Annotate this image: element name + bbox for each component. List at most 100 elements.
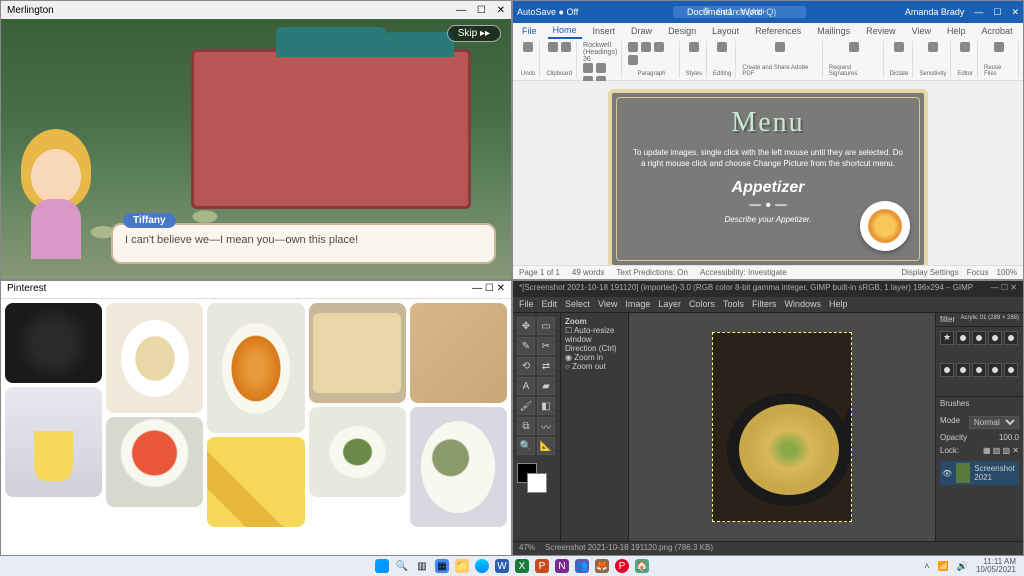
status-focus[interactable]: Focus — [967, 268, 989, 277]
pinterest-titlebar[interactable]: Pinterest — ☐ ✕ — [1, 281, 511, 299]
zoom-tool-icon[interactable]: 🔍 — [517, 437, 535, 455]
word-icon[interactable]: W — [495, 559, 509, 573]
dialogue-box[interactable]: Tiffany I can't believe we—I mean you—ow… — [111, 223, 496, 264]
plate-image[interactable] — [860, 201, 910, 251]
ribbon-styles[interactable]: Styles — [682, 41, 707, 78]
chevron-up-icon[interactable]: ˄ — [924, 561, 929, 571]
tab-view[interactable]: View — [907, 24, 936, 38]
minimize-icon[interactable]: — — [456, 5, 466, 16]
opacity-value[interactable]: 100.0 — [999, 433, 1019, 442]
eraser-tool-icon[interactable]: ◧ — [537, 397, 555, 415]
text-tool-icon[interactable]: A — [517, 377, 535, 395]
tab-draw[interactable]: Draw — [626, 24, 657, 38]
minimize-icon[interactable]: — — [991, 283, 999, 292]
autosave-toggle[interactable]: AutoSave ● Off — [517, 7, 578, 17]
tab-acrobat[interactable]: Acrobat — [977, 24, 1018, 38]
eye-icon[interactable]: 👁 — [942, 469, 952, 478]
rotate-tool-icon[interactable]: ⟲ — [517, 357, 535, 375]
smudge-tool-icon[interactable]: 〰 — [537, 417, 555, 435]
status-page[interactable]: Page 1 of 1 — [519, 268, 560, 277]
layer-name[interactable]: Screenshot 2021 — [974, 464, 1017, 482]
status-words[interactable]: 49 words — [572, 268, 604, 277]
minimize-icon[interactable]: — — [472, 283, 482, 294]
brush-preset[interactable] — [1004, 331, 1018, 345]
game-titlebar[interactable]: Merlington — ☐ ✕ — [1, 1, 511, 19]
taskview-icon[interactable]: ▥ — [415, 559, 429, 573]
status-zoom[interactable]: 100% — [997, 268, 1017, 277]
tab-insert[interactable]: Insert — [588, 24, 621, 38]
maximize-icon[interactable]: ☐ — [1001, 283, 1008, 292]
explorer-icon[interactable]: 📁 — [455, 559, 469, 573]
tab-design[interactable]: Design — [663, 24, 701, 38]
ribbon-font[interactable]: Rockwell (Headings) 36Font — [579, 41, 622, 78]
ribbon-editing[interactable]: Editing — [709, 41, 736, 78]
ribbon-adobe-create[interactable]: Create and Share Adobe PDF — [738, 41, 822, 78]
brushes-tab-label[interactable]: Brushes — [936, 397, 1023, 410]
pin-image[interactable] — [309, 407, 406, 497]
maximize-icon[interactable]: ☐ — [993, 7, 1001, 18]
image-canvas[interactable] — [712, 332, 852, 522]
skip-button[interactable]: Skip ▸▸ — [447, 25, 501, 42]
status-display[interactable]: Display Settings — [901, 268, 958, 277]
menu-colors[interactable]: Colors — [689, 299, 715, 310]
brush-preset[interactable] — [956, 331, 970, 345]
bucket-tool-icon[interactable]: ▰ — [537, 377, 555, 395]
menu-help[interactable]: Help — [829, 299, 848, 310]
measure-tool-icon[interactable]: 📐 — [537, 437, 555, 455]
tab-file[interactable]: File — [517, 24, 542, 38]
pin-image[interactable] — [410, 407, 507, 527]
edge-icon[interactable] — [475, 559, 489, 573]
ribbon-paragraph[interactable]: Paragraph — [624, 41, 679, 78]
search-icon[interactable]: 🔍 — [395, 559, 409, 573]
pin-image[interactable] — [207, 437, 304, 527]
brush-preset[interactable] — [940, 331, 954, 345]
teams-icon[interactable]: 👥 — [575, 559, 589, 573]
menu-image[interactable]: Image — [625, 299, 650, 310]
brush-tool-icon[interactable]: 🖌 — [517, 397, 535, 415]
ribbon-clipboard[interactable]: Clipboard — [542, 41, 577, 78]
ribbon-adobe-sign[interactable]: Request Signatures — [825, 41, 884, 78]
close-icon[interactable]: ✕ — [497, 5, 505, 16]
pin-image[interactable] — [106, 303, 203, 413]
powerpoint-icon[interactable]: P — [535, 559, 549, 573]
tab-home[interactable]: Home — [548, 23, 582, 39]
opt-zoom-in[interactable]: ◉ Zoom in — [565, 353, 624, 362]
ribbon-undo[interactable]: Undo — [517, 41, 540, 78]
free-select-icon[interactable]: ✎ — [517, 337, 535, 355]
maximize-icon[interactable]: ☐ — [485, 283, 494, 294]
tab-review[interactable]: Review — [861, 24, 901, 38]
game-taskbar-icon[interactable]: 🏠 — [635, 559, 649, 573]
crop-tool-icon[interactable]: ✂ — [537, 337, 555, 355]
menu-filters[interactable]: Filters — [752, 299, 777, 310]
taskbar[interactable]: 🔍 ▥ ▦ 📁 W X P N 👥 🦊 P 🏠 ˄ 📶 🔊 11:11 AM 1… — [0, 556, 1024, 576]
widgets-icon[interactable]: ▦ — [435, 559, 449, 573]
tab-mailings[interactable]: Mailings — [812, 24, 855, 38]
pin-image[interactable] — [410, 303, 507, 403]
pin-image[interactable] — [5, 387, 102, 497]
lock-icons[interactable]: ▦ ▨ ▧ ✕ — [983, 446, 1019, 455]
menu-file[interactable]: File — [519, 299, 534, 310]
user-name[interactable]: Amanda Brady — [905, 7, 965, 17]
gimp-titlebar[interactable]: *[Screenshot 2021-10-18 191120] (importe… — [513, 281, 1023, 297]
close-icon[interactable]: ✕ — [1010, 283, 1017, 292]
pinterest-grid[interactable] — [1, 299, 511, 555]
tab-help[interactable]: Help — [942, 24, 971, 38]
ribbon-reuse[interactable]: Reuse Files — [980, 41, 1019, 78]
brush-preset[interactable] — [1004, 363, 1018, 377]
flip-tool-icon[interactable]: ⇄ — [537, 357, 555, 375]
menu-windows[interactable]: Windows — [784, 299, 821, 310]
ribbon-sensitivity[interactable]: Sensitivity — [915, 41, 951, 78]
pin-image[interactable] — [5, 303, 102, 383]
opt-zoom-out[interactable]: ○ Zoom out — [565, 362, 624, 371]
brush-preset[interactable] — [956, 363, 970, 377]
volume-icon[interactable]: 🔊 — [957, 561, 968, 572]
game-viewport[interactable]: Skip ▸▸ Tiffany I can't believe we—I mea… — [1, 19, 511, 279]
start-icon[interactable] — [375, 559, 389, 573]
brush-preset[interactable] — [988, 363, 1002, 377]
pinterest-taskbar-icon[interactable]: P — [615, 559, 629, 573]
wifi-icon[interactable]: 📶 — [938, 561, 949, 572]
pin-image[interactable] — [309, 303, 406, 403]
excel-icon[interactable]: X — [515, 559, 529, 573]
zoom-percent[interactable]: 47% — [519, 543, 535, 554]
menu-edit[interactable]: Edit — [542, 299, 558, 310]
